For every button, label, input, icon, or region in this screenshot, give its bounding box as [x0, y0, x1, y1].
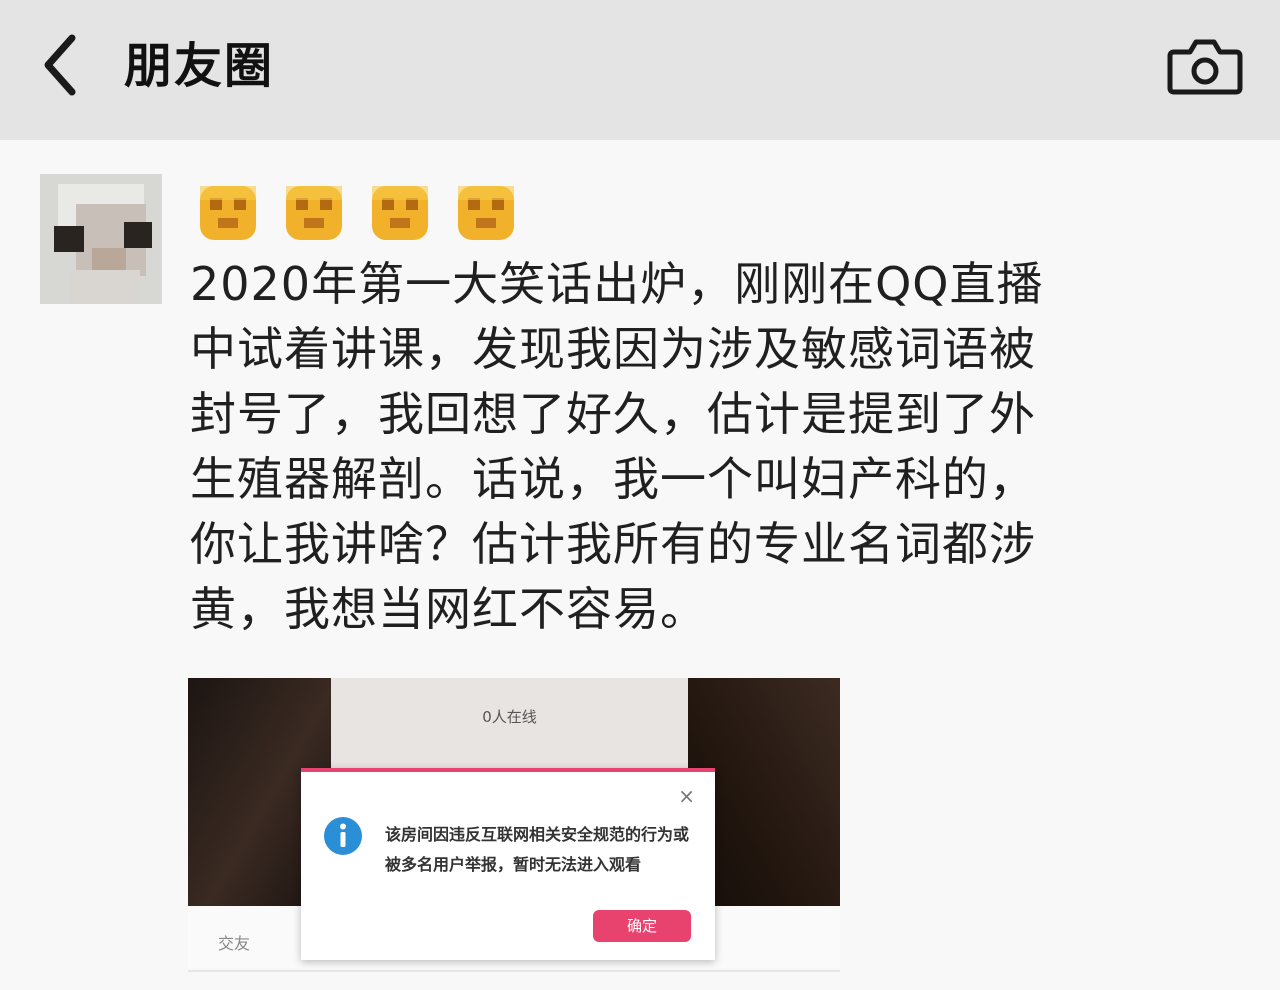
close-icon[interactable]: × [678, 784, 695, 808]
blurred-face-emoji-icon [454, 180, 518, 244]
info-icon [324, 817, 362, 855]
page-title: 朋友圈 [124, 38, 275, 94]
alert-dialog: × 该房间因违反互联网相关安全规范的行为或被多名用户举报，暂时无法进入观看 确定 [301, 768, 715, 960]
moments-feed: 2020年第一大笑话出炉，刚刚在QQ直播 中试着讲课，发现我因为涉及敏感词语被 … [0, 140, 1280, 990]
viewer-count: 0人在线 [482, 708, 537, 726]
top-bar: 朋友圈 [0, 0, 1280, 140]
dialog-message: 该房间因违反互联网相关安全规范的行为或被多名用户举报，暂时无法进入观看 [385, 825, 690, 874]
confirm-button[interactable]: 确定 [593, 910, 691, 942]
camera-icon [1167, 39, 1243, 95]
divider [188, 970, 840, 972]
avatar[interactable] [40, 174, 162, 304]
post-image[interactable]: 0人在线 交友 × 该房间因违反互联网相关安全规范的行为或被多名用户举报，暂时无… [188, 678, 840, 968]
strip-label: 交友 [218, 934, 251, 953]
post-text: 2020年第一大笑话出炉，刚刚在QQ直播 中试着讲课，发现我因为涉及敏感词语被 … [190, 257, 1044, 636]
blurred-face-emoji-icon [282, 180, 346, 244]
blurred-face-emoji-icon [368, 180, 432, 244]
back-button[interactable] [30, 30, 90, 100]
camera-button[interactable] [1166, 34, 1244, 98]
chevron-left-icon [44, 34, 76, 96]
emoji-row [196, 180, 518, 246]
blurred-face-emoji-icon [196, 180, 260, 244]
